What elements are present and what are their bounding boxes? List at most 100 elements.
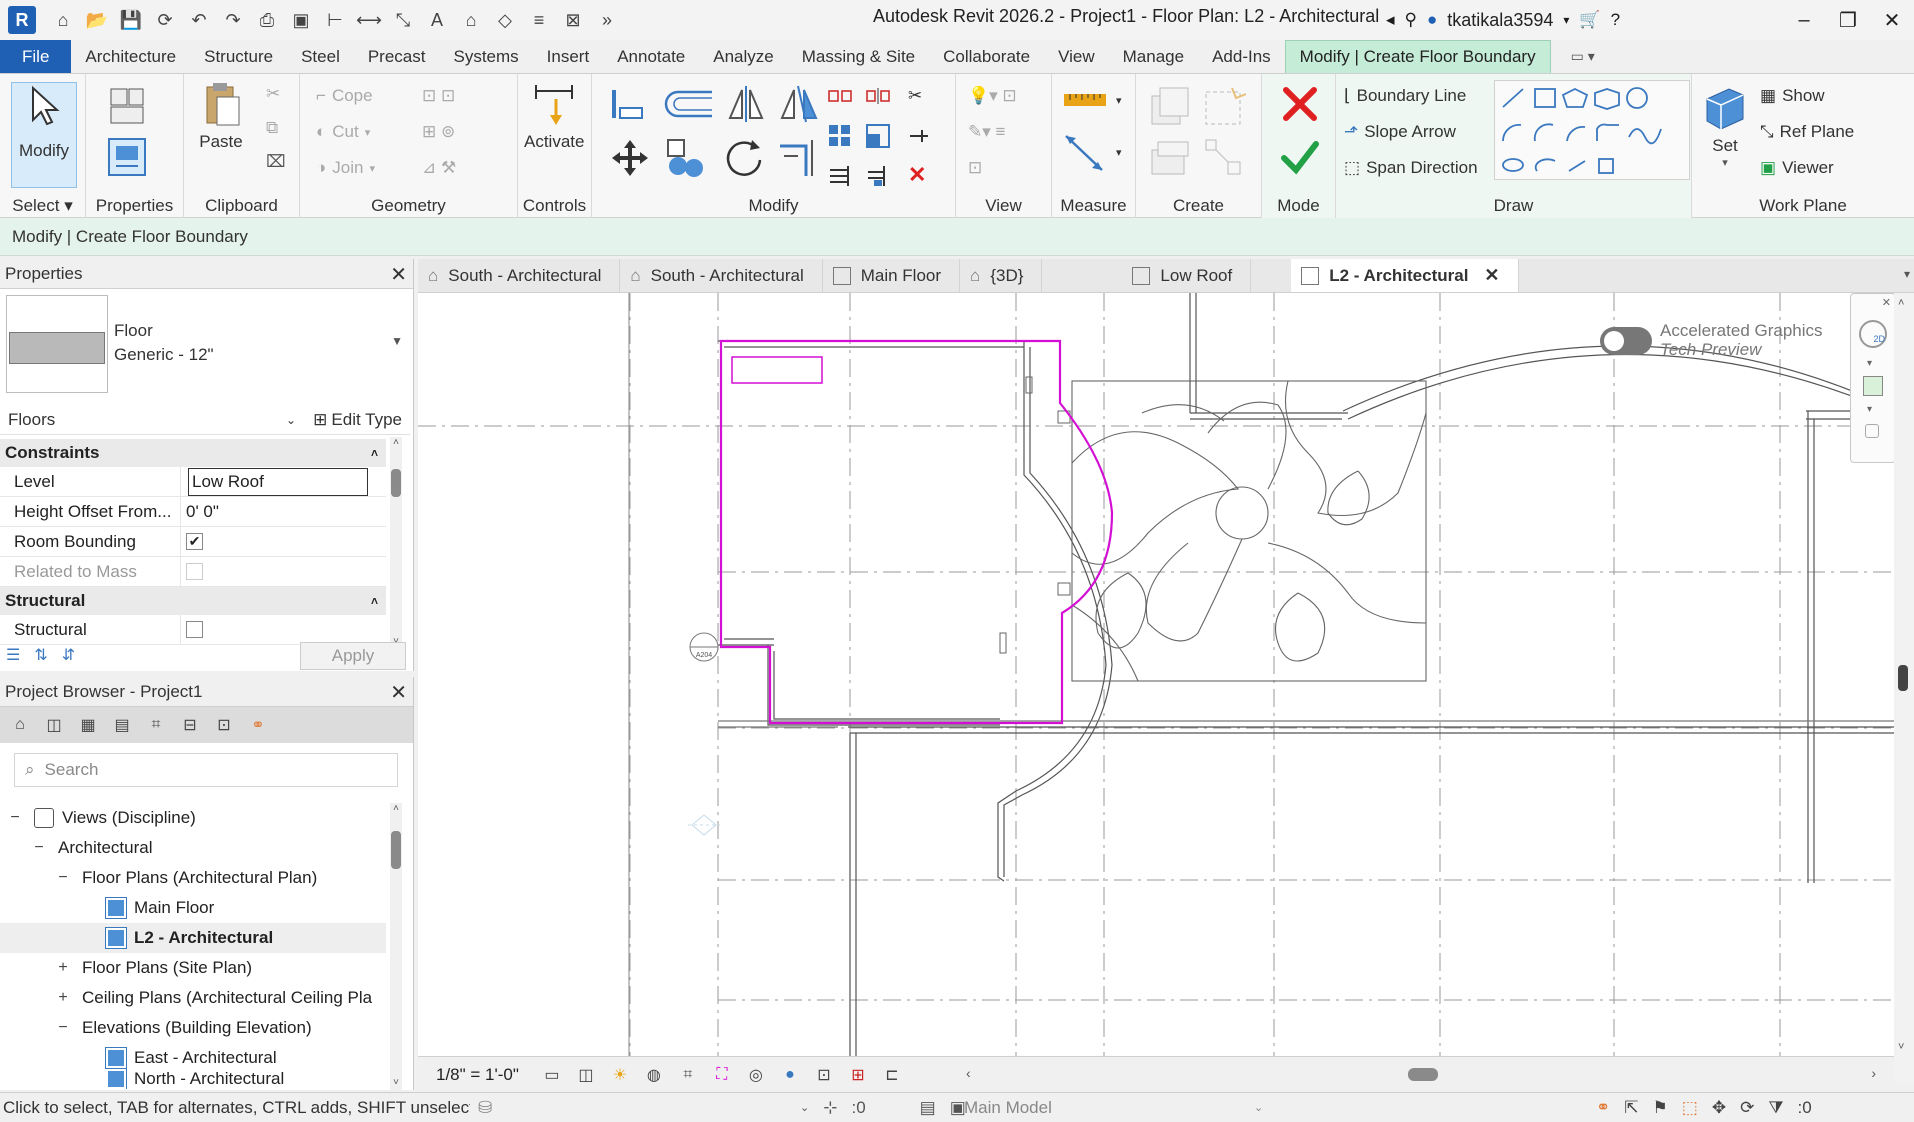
create-assembly-icon[interactable] [1148,136,1192,180]
undo-icon[interactable]: ↶ [184,5,214,35]
close-icon[interactable]: ✕ [1870,0,1914,40]
tab-modify-create-floor-boundary[interactable]: Modify | Create Floor Boundary [1284,40,1551,73]
demolish-icon[interactable]: ⊿ ⚒ [422,158,456,178]
browser-home-icon[interactable]: ⌂ [8,713,32,737]
hide-element-icon[interactable]: 💡▾ ⊡ [968,86,1017,106]
tree-node-elevations[interactable]: − Elevations (Building Elevation) [56,1013,311,1043]
set-work-plane-button[interactable]: Set ▾ [1702,84,1748,169]
create-group-icon[interactable] [1202,136,1246,180]
align-icon[interactable] [610,86,646,122]
cancel-edit-mode-icon[interactable] [1280,84,1320,124]
rotate-icon[interactable] [722,136,766,180]
paste-button[interactable]: Paste [198,82,244,152]
tree-item-north-architectural[interactable]: North - Architectural [106,1069,284,1089]
drag-elements-icon[interactable]: ✥ [1712,1098,1726,1118]
finish-edit-mode-icon[interactable] [1280,136,1320,176]
expand-toolbar-icon[interactable]: » [592,5,622,35]
view-tab-main-floor[interactable]: Main Floor [823,259,961,292]
tab-insert[interactable]: Insert [533,40,604,73]
structural-section-header[interactable]: Structural ˄ [0,587,386,615]
select-by-face-icon[interactable]: ⬚ [1682,1098,1698,1118]
restore-icon[interactable]: ❐ [1826,0,1870,40]
match-type-icon[interactable]: ⌧ [266,152,286,172]
tree-node-architectural[interactable]: − Architectural [32,833,152,863]
minimize-icon[interactable]: – [1782,0,1826,40]
apply-button[interactable]: Apply [300,642,406,670]
crop-view-icon[interactable]: ⌗ [677,1064,699,1086]
copy-clipboard-icon[interactable]: ⧉ [266,118,278,138]
categorize-icon[interactable]: ☰ [6,645,20,665]
thin-lines-icon[interactable]: ≡ [524,5,554,35]
user-icon[interactable]: ● [1427,10,1437,30]
aligned-dimension-ribbon-icon[interactable]: ▾ [1062,130,1122,174]
split-face-icon[interactable]: ⊞ ⊚ [422,122,455,142]
browser-search-input[interactable]: ⌕ Search [14,753,398,787]
measure-icon[interactable]: ⊢ [320,5,350,35]
sort-ascending-icon[interactable]: ⇅ [34,645,47,665]
scale-icon[interactable] [866,124,890,148]
open-icon[interactable]: 📂 [82,5,112,35]
move-icon[interactable] [610,138,650,178]
tree-node-views-discipline[interactable]: − Views (Discipline) [8,803,196,833]
properties-scrollbar[interactable]: ˄ ˅ [390,437,402,647]
tab-overflow-icon[interactable]: ▾ [1904,267,1910,281]
tab-systems[interactable]: Systems [439,40,532,73]
tab-file[interactable]: File [0,40,72,73]
analytical-model-icon[interactable]: ⊞ [847,1064,869,1086]
browser-views-icon[interactable]: ◫ [42,713,66,737]
model-dropdown-icon[interactable]: ⌄ [1254,1101,1263,1114]
view-tab-south-architectural-1[interactable]: ⌂ South - Architectural [418,259,621,292]
view-scale[interactable]: 1/8" = 1'-0" [436,1065,519,1085]
pin-icon[interactable] [906,124,930,148]
text-icon[interactable]: A [422,5,452,35]
browser-groups-icon[interactable]: ⊟ [178,713,202,737]
temporary-view-properties-icon[interactable]: ⊡ [813,1064,835,1086]
cut-clipboard-icon[interactable]: ✂ [266,84,280,104]
wall-joins-icon[interactable]: ⊡ ⊡ [422,86,455,106]
override-graphics-icon[interactable]: ✎▾ ≡ [968,122,1005,142]
print-export-icon[interactable]: ▣ [286,5,316,35]
ref-plane-button[interactable]: ⤡ Ref Plane [1760,122,1854,142]
visual-style-icon[interactable]: ◫ [575,1064,597,1086]
type-selector-dropdown-icon[interactable]: ▼ [391,334,403,348]
tab-steel[interactable]: Steel [287,40,354,73]
scroll-left-icon[interactable]: ‹ [966,1065,971,1081]
view-tab-low-roof[interactable]: Low Roof [1042,259,1252,292]
close-properties-icon[interactable]: ✕ [390,262,407,287]
create-parts-icon[interactable] [1202,84,1246,128]
close-hidden-windows-icon[interactable]: ⊠ [558,5,588,35]
close-view-tab-icon[interactable]: ✕ [1484,265,1499,286]
reveal-hidden-icon[interactable]: ● [779,1064,801,1086]
delete-icon[interactable]: ✕ [908,162,926,188]
unpin-icon[interactable]: ✂ [908,86,922,106]
edit-type-button[interactable]: ⊞ Edit Type [313,410,402,430]
home-icon[interactable]: ⌂ [48,5,78,35]
constraints-icon[interactable]: ⊏ [881,1064,903,1086]
user-dropdown-icon[interactable]: ▾ [1563,13,1569,27]
zoom-dropdown-icon[interactable]: ▾ [1867,404,1872,415]
trim-extend-icon[interactable] [776,136,820,180]
navbar-options-icon[interactable] [1865,424,1879,438]
scroll-right-icon[interactable]: › [1871,1065,1876,1081]
boundary-line-button[interactable]: ⌊ Boundary Line [1344,86,1466,106]
cope-button[interactable]: ⌐ Cope [316,86,373,106]
shadows-icon[interactable]: ◍ [643,1064,665,1086]
view-tab-south-architectural-2[interactable]: ⌂ South - Architectural [620,259,823,292]
worksets-dropdown-icon[interactable]: ⌄ [800,1101,809,1114]
default-3d-view-icon[interactable]: ⌂ [456,5,486,35]
properties-palette-button[interactable] [104,134,150,180]
offset-icon[interactable] [664,86,716,122]
scroll-up-icon[interactable]: ˄ [1898,297,1904,309]
type-selector[interactable]: Floor Generic - 12" [114,319,214,367]
tab-architecture[interactable]: Architecture [71,40,190,73]
tree-node-floor-plans-site[interactable]: + Floor Plans (Site Plan) [56,953,252,983]
canvas-vertical-scrollbar[interactable]: ˄ ˅ [1894,293,1914,1083]
user-name[interactable]: tkatikala3594 [1447,10,1553,31]
split-element-icon[interactable] [828,86,852,106]
browser-schedules-icon[interactable]: ▦ [76,713,100,737]
join-button[interactable]: ◑ Join ▾ [316,158,375,178]
tab-massing-site[interactable]: Massing & Site [788,40,929,73]
tab-analyze[interactable]: Analyze [699,40,787,73]
vertical-scroll-thumb[interactable] [1898,665,1908,691]
browser-links-icon[interactable]: ⚭ [246,713,270,737]
